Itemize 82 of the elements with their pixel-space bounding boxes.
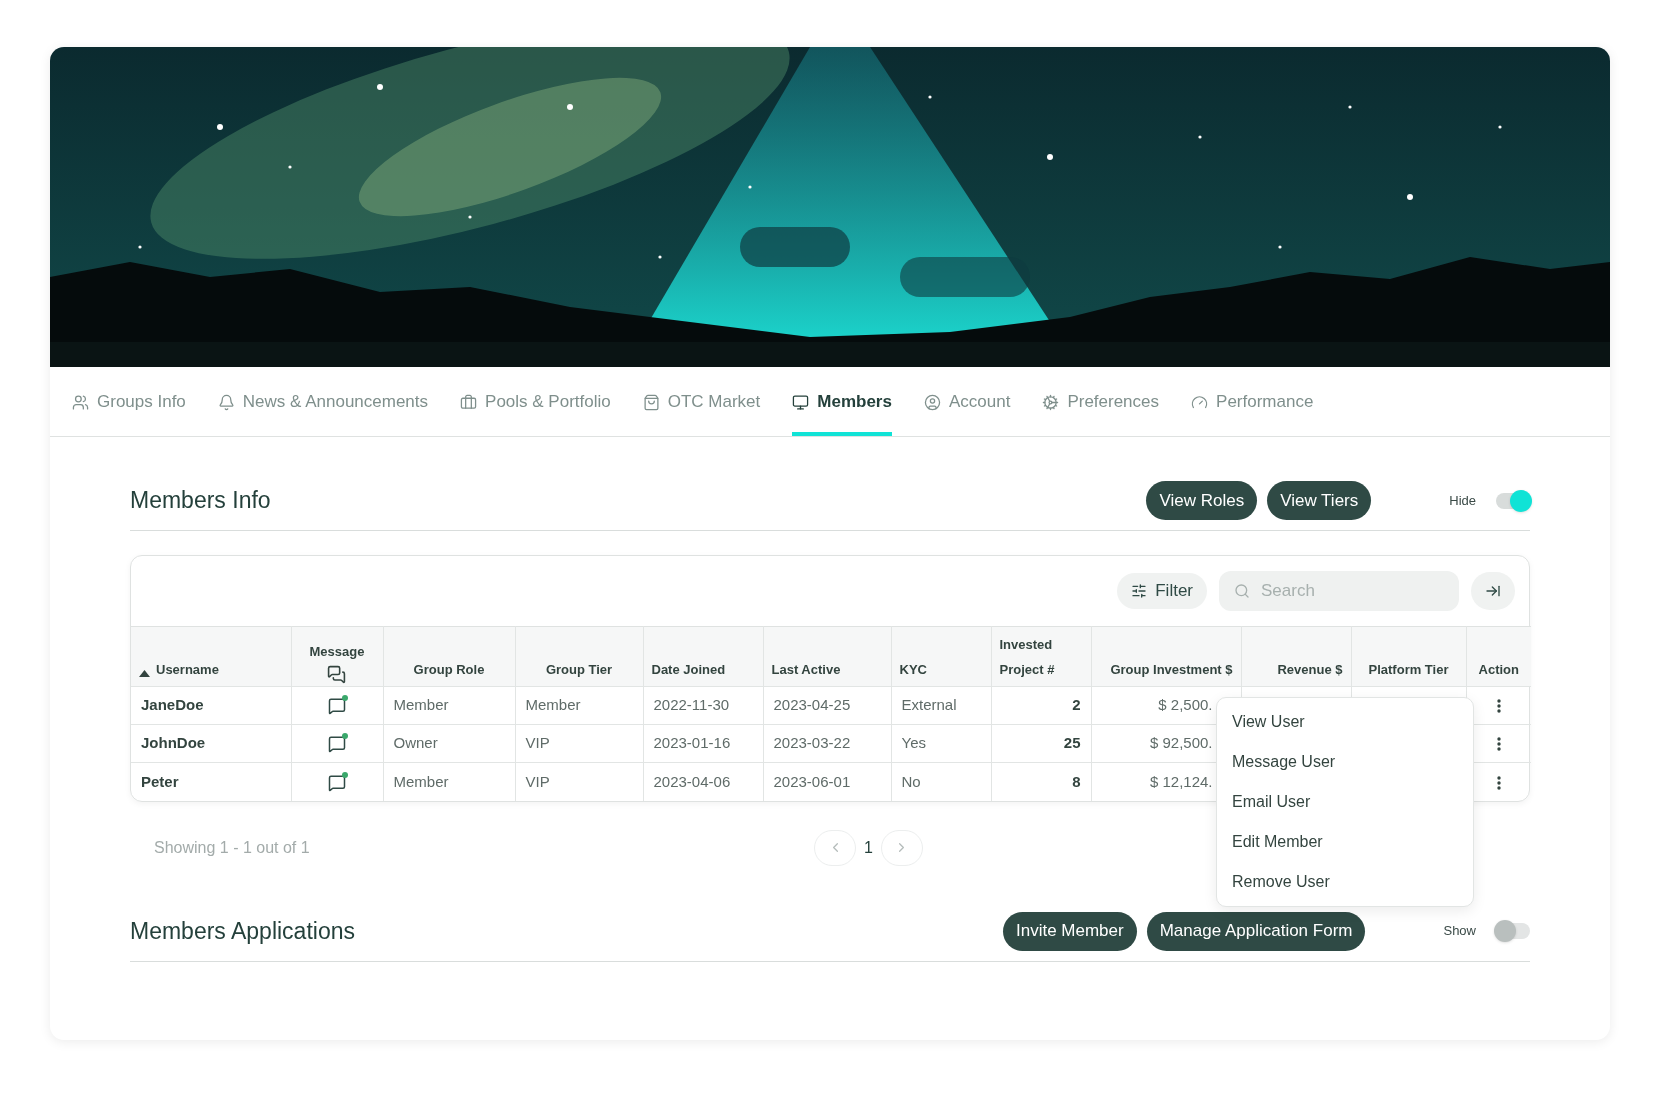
column-header[interactable]: Last Active (771, 657, 841, 682)
column-header[interactable]: Platform Tier (1368, 657, 1449, 682)
menu-item[interactable]: View User (1217, 702, 1473, 742)
column-header[interactable]: Invested Project # (999, 632, 1083, 682)
filter-button[interactable]: Filter (1117, 573, 1207, 609)
more-button[interactable] (1496, 775, 1501, 790)
table-cell: 2 (1072, 696, 1081, 714)
menu-item[interactable]: Message User (1217, 742, 1473, 782)
more-icon (1496, 737, 1501, 752)
tab[interactable]: News & Announcements (217, 372, 429, 436)
toggle-switch[interactable] (1496, 492, 1530, 509)
tab-icon (72, 393, 89, 411)
more-button[interactable] (1496, 699, 1501, 714)
action-button[interactable]: Invite Member (1003, 911, 1137, 951)
more-icon (1496, 699, 1501, 714)
menu-item[interactable]: Email User (1217, 782, 1473, 822)
collapse-button[interactable] (1471, 572, 1515, 610)
menu-item[interactable]: Remove User (1217, 862, 1473, 902)
more-icon (1496, 775, 1501, 790)
table-cell: Member (393, 696, 449, 714)
messages-icon (327, 665, 347, 684)
table-cell: JaneDoe (141, 696, 204, 714)
search-field[interactable]: Search (1219, 571, 1459, 611)
message-icon[interactable] (328, 735, 346, 754)
tab-icon (923, 393, 941, 411)
table-cell: Yes (901, 734, 926, 752)
table-cell: $ 12,124. (1149, 772, 1213, 790)
table-cell: 8 (1072, 772, 1081, 790)
menu-item[interactable]: Edit Member (1217, 822, 1473, 862)
table-cell: $ 92,500. (1149, 734, 1213, 752)
column-header[interactable]: KYC (899, 657, 927, 682)
table-cell: No (901, 772, 921, 790)
column-header[interactable]: Revenue $ (1277, 657, 1343, 682)
column-header[interactable]: Action (1478, 657, 1519, 682)
table-cell: Owner (393, 734, 438, 752)
more-button[interactable] (1496, 737, 1501, 752)
tab[interactable]: Groups Info (72, 372, 186, 436)
tab[interactable]: Members (792, 372, 892, 436)
arrow-to-line-icon (1485, 583, 1501, 599)
column-header[interactable]: Date Joined (651, 657, 726, 682)
column-header[interactable]: Group Investment $ (1110, 657, 1233, 682)
column-header[interactable]: Group Tier (545, 657, 613, 682)
pagination-summary: Showing 1 - 1 out of 1 (154, 837, 311, 858)
action-button[interactable]: View Roles (1146, 481, 1258, 520)
toggle-switch[interactable] (1496, 923, 1530, 939)
tab-icon (642, 393, 660, 411)
section-title: Members Applications (130, 916, 356, 946)
table-cell: VIP (525, 772, 550, 790)
column-header[interactable]: Message (309, 643, 365, 661)
table-cell: 25 (1063, 734, 1081, 752)
table-cell: VIP (525, 734, 550, 752)
table-cell: 2023-03-22 (773, 734, 851, 752)
table-cell: External (901, 696, 957, 714)
page-button[interactable]: 1 (864, 835, 873, 860)
action-button[interactable]: Manage Application Form (1146, 911, 1366, 951)
filter-icon (1131, 583, 1148, 599)
action-button[interactable]: View Tiers (1267, 481, 1372, 520)
toggle-label: Hide (1449, 491, 1476, 510)
table-cell: 2023-04-25 (773, 696, 851, 714)
column-header[interactable]: Username (156, 657, 219, 682)
table-cell: 2023-06-01 (773, 772, 851, 790)
column-header[interactable]: Group Role (413, 657, 485, 682)
tab[interactable]: Account (923, 372, 1011, 436)
section-title: Members Info (130, 486, 272, 516)
search-icon (1234, 583, 1250, 599)
table-cell: $ 2,500. (1158, 696, 1213, 714)
tab-icon (792, 393, 810, 411)
message-icon[interactable] (328, 697, 346, 716)
tab-icon (1042, 393, 1060, 411)
table-cell: Member (393, 772, 449, 790)
tab-icon (460, 393, 478, 411)
sort-up-icon (139, 670, 150, 677)
toggle-label: Show (1443, 922, 1476, 941)
message-icon[interactable] (328, 773, 346, 792)
table-cell: JohnDoe (141, 734, 206, 752)
table-cell: Member (525, 696, 581, 714)
tab-icon (1191, 393, 1209, 411)
table-cell: 2023-04-06 (653, 772, 731, 790)
tab-icon (217, 393, 235, 411)
table-cell: Peter (141, 772, 179, 790)
table-cell: 2023-01-16 (653, 734, 731, 752)
table-cell: 2022-11-30 (653, 696, 730, 714)
